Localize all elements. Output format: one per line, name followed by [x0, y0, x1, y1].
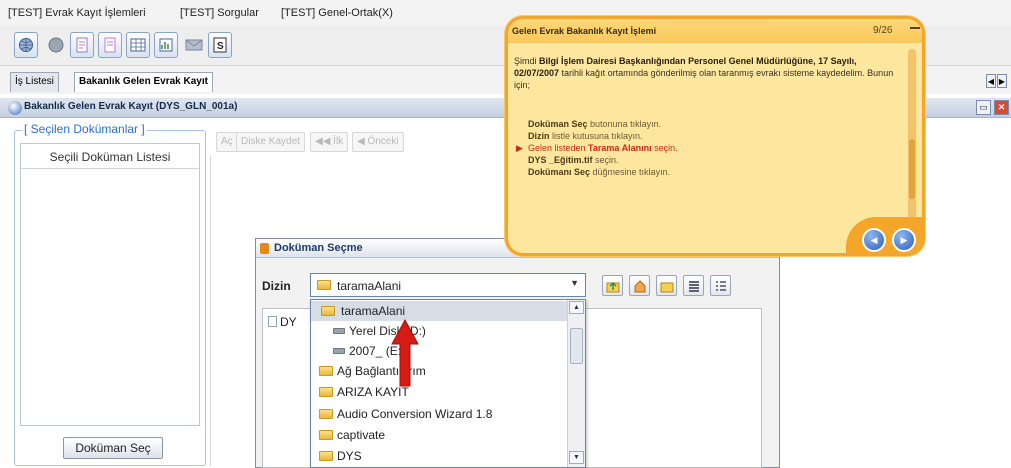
- svg-text:S: S: [217, 41, 224, 52]
- drive-icon: [333, 348, 345, 354]
- next-step-button[interactable]: ▶: [892, 228, 916, 252]
- dropdown-item-audio-conversion[interactable]: Audio Conversion Wizard 1.8: [311, 404, 567, 424]
- callout-steps: Doküman Seç butonuna tıklayın. Dizin lis…: [516, 118, 678, 178]
- drive-icon: [333, 328, 345, 334]
- dropdown-scrollbar[interactable]: ▲ ▼: [567, 300, 585, 467]
- folder-icon: [321, 306, 335, 316]
- chevron-down-icon[interactable]: ▼: [570, 278, 579, 288]
- dropdown-item-captivate[interactable]: captivate: [311, 425, 567, 445]
- document-icon[interactable]: [98, 32, 122, 58]
- selected-documents-legend: [ Seçilen Dokümanlar ]: [22, 122, 147, 136]
- envelope-icon[interactable]: [182, 32, 206, 58]
- tab-nav-arrows: ◀ ▶: [986, 74, 1007, 88]
- home-icon[interactable]: [629, 275, 650, 296]
- directory-label: Dizin: [262, 279, 291, 293]
- folder-icon: [319, 430, 333, 440]
- scan-icon[interactable]: S: [208, 32, 232, 58]
- callout-step: Dizin listle kutusuna tıklayın.: [528, 131, 643, 141]
- globe-icon[interactable]: [14, 32, 38, 58]
- file-list-item[interactable]: DY: [280, 315, 297, 329]
- menu-item-genel-ortak[interactable]: [TEST] Genel-Ortak(X): [281, 7, 393, 19]
- first-button[interactable]: ◀◀ İlk: [310, 132, 349, 152]
- window-title: Bakanlık Gelen Evrak Kayıt (DYS_GLN_001a…: [24, 101, 238, 112]
- previous-step-button[interactable]: ◀: [862, 228, 886, 252]
- selected-document-list-header: Seçili Doküman Listesi: [21, 144, 199, 169]
- callout-step-active: ▶ Gelen listeden Tarama Alanını seçin.: [516, 143, 678, 153]
- callout-intro: Şimdi Bilgi İşlem Dairesi Başkanlığından…: [514, 56, 894, 90]
- open-button[interactable]: Aç: [216, 132, 238, 152]
- close-window-button[interactable]: ✕: [994, 100, 1009, 115]
- directory-combobox[interactable]: taramaAlani ▼: [310, 273, 586, 297]
- menu-item-sorgular[interactable]: [TEST] Sorgular: [180, 7, 259, 19]
- dialog-title: Doküman Seçme: [274, 242, 363, 254]
- dropdown-scroll-thumb[interactable]: [570, 328, 583, 364]
- folder-icon: [319, 409, 333, 419]
- circle-icon[interactable]: [44, 32, 68, 58]
- details-view-icon[interactable]: [710, 275, 731, 296]
- pointer-arrow-icon: ▶: [516, 143, 523, 153]
- callout-title: Gelen Evrak Bakanlık Kayıt İşlemi: [512, 26, 657, 36]
- red-arrow-icon: [391, 318, 419, 387]
- callout-page-counter: 9/26: [873, 25, 893, 36]
- new-folder-icon[interactable]: [656, 275, 677, 296]
- panel-divider: [210, 155, 211, 466]
- save-to-disk-button[interactable]: Diske Kaydet: [236, 132, 305, 152]
- window-icon: [8, 101, 22, 115]
- up-folder-icon[interactable]: [602, 275, 623, 296]
- folder-icon: [319, 387, 333, 397]
- select-document-button[interactable]: Doküman Seç: [63, 437, 163, 459]
- document-icon[interactable]: [70, 32, 94, 58]
- dropdown-item-2007-drive[interactable]: 2007_ (E:): [311, 341, 567, 361]
- restore-button[interactable]: ▭: [976, 100, 991, 115]
- folder-icon: [319, 451, 333, 461]
- tutorial-callout: Gelen Evrak Bakanlık Kayıt İşlemi 9/26 Ş…: [505, 16, 925, 256]
- scroll-up-icon[interactable]: ▲: [569, 301, 584, 314]
- previous-button[interactable]: ◀ Önceki: [352, 132, 404, 152]
- report-icon[interactable]: [154, 32, 178, 58]
- document-action-bar: Aç Diske Kaydet ◀◀ İlk ◀ Önceki: [216, 130, 506, 154]
- dropdown-item-ag-baglantilarim[interactable]: Ağ Bağlantılarım: [311, 361, 567, 381]
- callout-step: Dokümanı Seç düğmesine tıklayın.: [528, 167, 671, 177]
- minimize-icon[interactable]: [910, 27, 920, 29]
- tab-prev-button[interactable]: ◀: [986, 74, 996, 88]
- dropdown-item-dys[interactable]: DYS: [311, 446, 567, 466]
- dropdown-item-yerel-disk[interactable]: Yerel Disk (D:): [311, 321, 567, 341]
- list-view-icon[interactable]: [683, 275, 704, 296]
- grid-icon[interactable]: [126, 32, 150, 58]
- tab-next-button[interactable]: ▶: [997, 74, 1007, 88]
- file-icon: [268, 316, 277, 327]
- dropdown-item-ariza-kayit[interactable]: ARIZA KAYIT: [311, 382, 567, 402]
- callout-step: Doküman Seç butonuna tıklayın.: [528, 119, 662, 129]
- scroll-down-icon[interactable]: ▼: [569, 451, 584, 464]
- callout-scroll-thumb[interactable]: [909, 139, 915, 199]
- directory-value: taramaAlani: [337, 279, 402, 293]
- folder-icon: [317, 280, 331, 290]
- directory-dropdown: taramaAlani Yerel Disk (D:) 2007_ (E:) A…: [310, 299, 586, 468]
- selected-document-list[interactable]: [20, 143, 200, 426]
- tab-bakanlik-gelen-evrak[interactable]: Bakanlık Gelen Evrak Kayıt: [74, 72, 213, 92]
- callout-step: DYS _Eğitim.tif seçin.: [528, 155, 619, 165]
- tab-is-listesi[interactable]: İş Listesi: [10, 72, 59, 92]
- dialog-icon: [260, 243, 269, 254]
- folder-icon: [319, 366, 333, 376]
- menu-item-evrak-kayit[interactable]: [TEST] Evrak Kayıt İşlemleri: [8, 7, 146, 19]
- dropdown-item-tarama-alani[interactable]: taramaAlani: [311, 301, 567, 321]
